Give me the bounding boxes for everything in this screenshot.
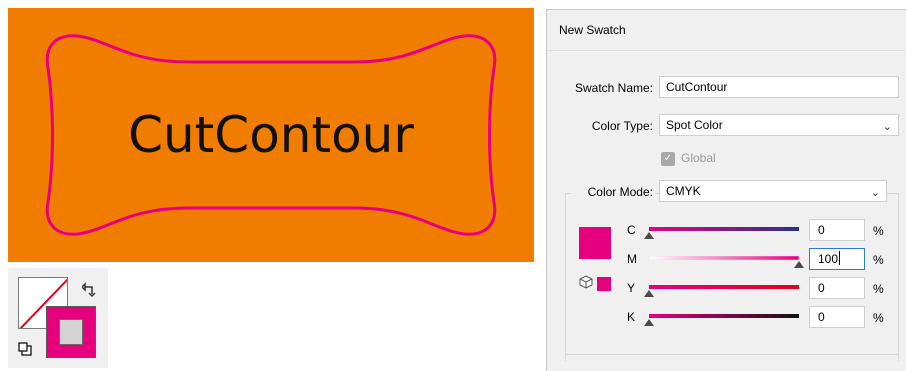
- screen: CutContour New Swatch Swatch Name: CutCo…: [0, 0, 906, 371]
- channel-input-k[interactable]: 0: [809, 306, 865, 328]
- color-preview-swatch: [579, 227, 611, 259]
- channel-value-m: 100: [818, 252, 839, 266]
- channel-label-m: M: [627, 252, 637, 266]
- color-type-select[interactable]: Spot Color ⌄: [659, 114, 899, 136]
- channel-label-c: C: [627, 223, 636, 237]
- stroke-inner: [59, 319, 83, 345]
- slider-track-m[interactable]: [649, 256, 799, 260]
- percent-label-m: %: [873, 253, 884, 267]
- slider-thumb-k[interactable]: [644, 319, 654, 326]
- chevron-down-icon: ⌄: [870, 187, 880, 199]
- out-of-web-gamut-icon[interactable]: [579, 275, 593, 289]
- default-colors-icon[interactable]: [18, 342, 32, 356]
- stroke-swatch-icon[interactable]: [46, 306, 96, 358]
- channel-label-k: K: [627, 310, 636, 324]
- global-label: Global: [681, 151, 716, 165]
- swap-arrow-icon[interactable]: [82, 282, 98, 298]
- percent-label-c: %: [873, 224, 884, 238]
- text-caret: [839, 251, 841, 265]
- group-divider: [565, 354, 899, 355]
- color-type-label: Color Type:: [591, 119, 653, 133]
- fill-stroke-widget: [8, 268, 108, 368]
- web-safe-swatch[interactable]: [597, 277, 611, 291]
- percent-label-k: %: [873, 311, 884, 325]
- channel-input-m[interactable]: 100: [809, 248, 865, 270]
- color-mode-label: Color Mode:: [571, 185, 655, 199]
- new-swatch-dialog: New Swatch Swatch Name: CutContour Color…: [546, 9, 906, 371]
- color-mode-select[interactable]: CMYK ⌄: [659, 180, 887, 202]
- channel-input-c[interactable]: 0: [809, 219, 865, 241]
- channel-input-y[interactable]: 0: [809, 277, 865, 299]
- slider-thumb-c[interactable]: [644, 232, 654, 239]
- slider-track-c[interactable]: [649, 227, 799, 231]
- dialog-title: New Swatch: [559, 23, 626, 37]
- color-mode-value: CMYK: [666, 184, 701, 198]
- swatch-name-label: Swatch Name:: [574, 81, 653, 95]
- percent-label-y: %: [873, 282, 884, 296]
- artboard[interactable]: CutContour: [8, 8, 534, 262]
- slider-thumb-m[interactable]: [794, 261, 804, 268]
- slider-track-k[interactable]: [649, 314, 799, 318]
- channel-label-y: Y: [627, 281, 636, 295]
- color-type-value: Spot Color: [666, 118, 723, 132]
- global-checkbox[interactable]: ✓: [661, 152, 675, 166]
- swatch-name-input[interactable]: CutContour: [659, 76, 899, 98]
- slider-track-y[interactable]: [649, 285, 799, 289]
- artboard-text[interactable]: CutContour: [8, 8, 534, 262]
- slider-thumb-y[interactable]: [644, 290, 654, 297]
- chevron-down-icon: ⌄: [882, 121, 892, 133]
